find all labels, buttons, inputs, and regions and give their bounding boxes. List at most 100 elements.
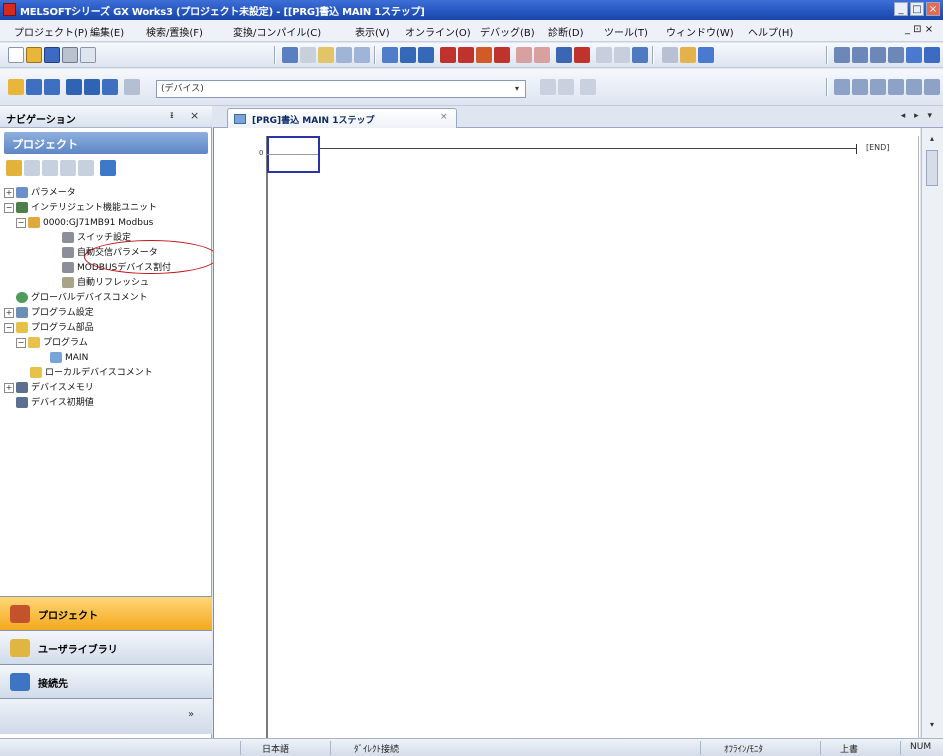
menu-project[interactable]: プロジェクト(P) bbox=[14, 24, 88, 39]
scroll-down-icon[interactable]: ▾ bbox=[925, 718, 939, 732]
nav-bar-overflow[interactable]: » bbox=[0, 698, 212, 734]
tab-main-program[interactable]: [PRG]書込 MAIN 1ステップ × bbox=[227, 108, 457, 128]
scroll-thumb[interactable] bbox=[926, 150, 938, 186]
simulation-icon[interactable] bbox=[596, 47, 612, 63]
device-search-combo[interactable]: (デバイス) ▾ bbox=[156, 80, 526, 98]
tab-scroll-controls[interactable]: ◂ ▸ ▾ bbox=[901, 111, 935, 121]
monitor-stop-icon[interactable] bbox=[534, 47, 550, 63]
chevron-right-icon[interactable]: » bbox=[188, 709, 194, 720]
app-icon[interactable] bbox=[3, 3, 16, 16]
pin-icon[interactable]: ᵻ bbox=[170, 110, 174, 121]
device-batch-icon[interactable] bbox=[574, 47, 590, 63]
watch-icon[interactable] bbox=[556, 47, 572, 63]
ladder-editor[interactable]: 0 [END] bbox=[213, 128, 920, 738]
note-icon[interactable] bbox=[580, 79, 596, 95]
collapse-icon[interactable]: − bbox=[16, 337, 26, 348]
convert-all-icon[interactable] bbox=[400, 47, 416, 63]
zoom-icon[interactable] bbox=[662, 47, 678, 63]
statement-icon[interactable] bbox=[558, 79, 574, 95]
menu-diagnostics[interactable]: 診断(D) bbox=[548, 24, 584, 39]
find-icon[interactable] bbox=[680, 47, 696, 63]
properties-icon[interactable] bbox=[60, 160, 76, 176]
device-list-icon[interactable] bbox=[84, 79, 100, 95]
filter-icon[interactable] bbox=[100, 160, 116, 176]
menu-help[interactable]: ヘルプ(H) bbox=[748, 24, 793, 39]
cross-reference-icon[interactable] bbox=[698, 47, 714, 63]
navigation-window-icon[interactable] bbox=[8, 79, 24, 95]
collapse-icon[interactable]: − bbox=[4, 322, 14, 333]
ladder-instruction-icon[interactable] bbox=[870, 47, 886, 63]
ladder-coil-icon[interactable] bbox=[852, 47, 868, 63]
mdi-window-controls[interactable]: _ ⊡ × bbox=[905, 24, 933, 35]
simulation-stop-icon[interactable] bbox=[614, 47, 630, 63]
ladder-contact-icon[interactable] bbox=[834, 47, 850, 63]
toolbar-dropdown-icon[interactable] bbox=[80, 47, 96, 63]
menu-find-replace[interactable]: 検索/置換(F) bbox=[146, 24, 203, 39]
collapse-icon[interactable]: − bbox=[16, 217, 26, 228]
output-window-icon[interactable] bbox=[44, 79, 60, 95]
rising-pulse-icon[interactable] bbox=[834, 79, 850, 95]
tree-item-program-setting[interactable]: + プログラム設定 bbox=[4, 306, 94, 321]
tree-item-device-memory[interactable]: + デバイスメモリ bbox=[4, 381, 94, 396]
copy-icon[interactable] bbox=[300, 47, 316, 63]
menu-tool[interactable]: ツール(T) bbox=[604, 24, 648, 39]
tree-item-parameter[interactable]: + パラメータ bbox=[4, 186, 76, 201]
falling-pulse-close-icon[interactable] bbox=[888, 79, 904, 95]
ladder-delete-icon[interactable] bbox=[924, 47, 940, 63]
tree-item-main[interactable]: MAIN bbox=[50, 351, 88, 366]
expand-icon[interactable]: + bbox=[4, 307, 14, 318]
sort-icon[interactable] bbox=[78, 160, 94, 176]
diagnostics-icon[interactable] bbox=[632, 47, 648, 63]
menu-debug[interactable]: デバッグ(B) bbox=[480, 24, 535, 39]
tree-item-device-initial-value[interactable]: デバイス初期値 bbox=[16, 396, 94, 411]
expand-all-icon[interactable] bbox=[42, 160, 58, 176]
cut-icon[interactable] bbox=[282, 47, 298, 63]
redo-icon[interactable] bbox=[354, 47, 370, 63]
paste-icon[interactable] bbox=[318, 47, 334, 63]
rising-pulse-close-icon[interactable] bbox=[870, 79, 886, 95]
tree-item-auto-refresh[interactable]: 自動リフレッシュ bbox=[62, 276, 149, 291]
write-to-plc-icon[interactable] bbox=[440, 47, 456, 63]
device-search-icon[interactable] bbox=[124, 79, 140, 95]
undo-icon[interactable] bbox=[336, 47, 352, 63]
falling-pulse-icon[interactable] bbox=[852, 79, 868, 95]
end-instruction[interactable]: [END] bbox=[866, 143, 889, 152]
comment-icon[interactable] bbox=[540, 79, 556, 95]
tree-item-global-device-comment[interactable]: グローバルデバイスコメント bbox=[16, 291, 148, 306]
menu-edit[interactable]: 編集(E) bbox=[90, 24, 124, 39]
cross-ref-window-icon[interactable] bbox=[66, 79, 82, 95]
menu-online[interactable]: オンライン(O) bbox=[405, 24, 471, 39]
close-button[interactable]: × bbox=[926, 2, 940, 16]
ladder-line-icon[interactable] bbox=[888, 47, 904, 63]
new-project-icon[interactable] bbox=[8, 47, 24, 63]
open-project-icon[interactable] bbox=[26, 47, 42, 63]
remote-operation-icon[interactable] bbox=[494, 47, 510, 63]
collapse-all-icon[interactable] bbox=[24, 160, 40, 176]
expand-icon[interactable]: + bbox=[4, 187, 14, 198]
maximize-button[interactable]: □ bbox=[910, 2, 924, 16]
collapse-icon[interactable]: − bbox=[4, 202, 14, 213]
menu-view[interactable]: 表示(V) bbox=[355, 24, 390, 39]
element-selection-icon[interactable] bbox=[26, 79, 42, 95]
menu-window[interactable]: ウィンドウ(W) bbox=[666, 24, 734, 39]
operation-result-icon[interactable] bbox=[924, 79, 940, 95]
convert-icon[interactable] bbox=[382, 47, 398, 63]
tree-item-program-parts[interactable]: − プログラム部品 bbox=[4, 321, 94, 336]
nav-bar-project[interactable]: プロジェクト bbox=[0, 596, 212, 630]
editor-vertical-scrollbar[interactable]: ▴ ▾ bbox=[921, 128, 943, 738]
tree-item-program[interactable]: − プログラム bbox=[16, 336, 88, 351]
close-icon[interactable]: × bbox=[190, 109, 199, 122]
tree-item-module-gj71mb91[interactable]: − 0000:GJ71MB91 Modbus bbox=[16, 216, 153, 231]
tree-item-intelligent-module[interactable]: − インテリジェント機能ユニット bbox=[4, 201, 157, 216]
verify-plc-icon[interactable] bbox=[476, 47, 492, 63]
nav-bar-connection[interactable]: 接続先 bbox=[0, 664, 212, 698]
minimize-button[interactable]: _ bbox=[894, 2, 908, 16]
watch-window-icon[interactable] bbox=[102, 79, 118, 95]
menu-convert[interactable]: 変換/コンパイル(C) bbox=[233, 24, 321, 39]
ladder-vertical-icon[interactable] bbox=[906, 47, 922, 63]
save-icon[interactable] bbox=[44, 47, 60, 63]
close-icon[interactable]: × bbox=[440, 112, 448, 122]
inverse-icon[interactable] bbox=[906, 79, 922, 95]
nav-bar-user-library[interactable]: ユーザライブラリ bbox=[0, 630, 212, 664]
tree-item-local-device-comment[interactable]: ローカルデバイスコメント bbox=[30, 366, 153, 381]
